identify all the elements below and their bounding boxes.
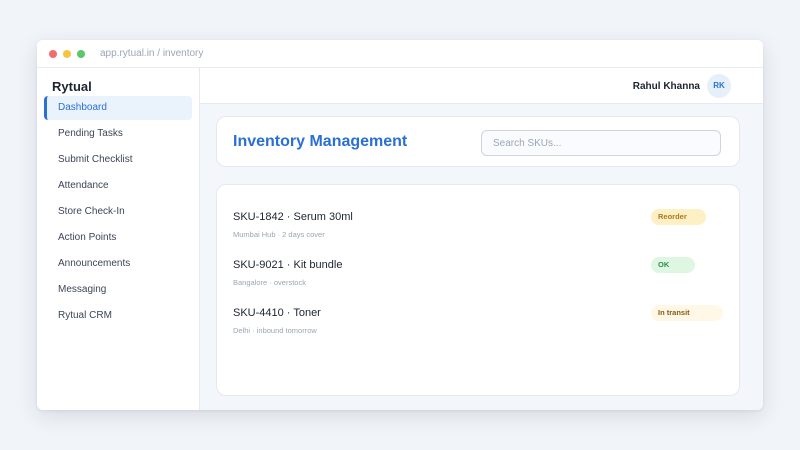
- search-input[interactable]: [481, 130, 721, 156]
- sidebar-item-rytual-crm[interactable]: Rytual CRM: [44, 304, 192, 328]
- sku-details: Bangalore · overstock: [233, 278, 306, 287]
- top-bar: Rahul Khanna RK: [200, 68, 763, 104]
- sku-title: SKU-4410 · Toner: [233, 307, 321, 319]
- sidebar-item-store-check-in[interactable]: Store Check-In: [44, 200, 192, 224]
- minimize-window-button[interactable]: [63, 50, 71, 58]
- list-item[interactable]: SKU-4410 · Toner Delhi · inbound tomorro…: [233, 305, 725, 347]
- app-window: app.rytual.in / inventory Rytual Dashboa…: [37, 40, 763, 410]
- browser-titlebar: app.rytual.in / inventory: [37, 40, 763, 68]
- list-item[interactable]: SKU-1842 · Serum 30ml Mumbai Hub · 2 day…: [233, 209, 725, 251]
- status-badge: Reorder: [651, 209, 706, 225]
- status-badge: In transit: [651, 305, 723, 321]
- address-bar-url[interactable]: app.rytual.in / inventory: [100, 48, 203, 59]
- brand-logo-text[interactable]: Rytual: [52, 79, 92, 94]
- inventory-list-card: SKU-1842 · Serum 30ml Mumbai Hub · 2 day…: [216, 184, 740, 396]
- sku-title: SKU-1842 · Serum 30ml: [233, 211, 353, 223]
- close-window-button[interactable]: [49, 50, 57, 58]
- page-title: Inventory Management: [233, 133, 408, 150]
- sidebar-item-announcements[interactable]: Announcements: [44, 252, 192, 276]
- sku-title: SKU-9021 · Kit bundle: [233, 259, 343, 271]
- sku-details: Delhi · inbound tomorrow: [233, 326, 317, 335]
- maximize-window-button[interactable]: [77, 50, 85, 58]
- user-name[interactable]: Rahul Khanna: [633, 81, 700, 92]
- sidebar-item-pending-tasks[interactable]: Pending Tasks: [44, 122, 192, 146]
- sidebar-item-action-points[interactable]: Action Points: [44, 226, 192, 250]
- main-content: Rahul Khanna RK Inventory Management SKU…: [200, 68, 763, 410]
- page-header-card: Inventory Management: [216, 116, 740, 167]
- status-badge: OK: [651, 257, 695, 273]
- sidebar-item-dashboard[interactable]: Dashboard: [44, 96, 192, 120]
- avatar[interactable]: RK: [707, 74, 731, 98]
- sidebar-item-attendance[interactable]: Attendance: [44, 174, 192, 198]
- sidebar-item-submit-checklist[interactable]: Submit Checklist: [44, 148, 192, 172]
- list-item[interactable]: SKU-9021 · Kit bundle Bangalore · overst…: [233, 257, 725, 299]
- sidebar: Rytual Dashboard Pending Tasks Submit Ch…: [37, 68, 200, 410]
- sidebar-item-messaging[interactable]: Messaging: [44, 278, 192, 302]
- sku-details: Mumbai Hub · 2 days cover: [233, 230, 325, 239]
